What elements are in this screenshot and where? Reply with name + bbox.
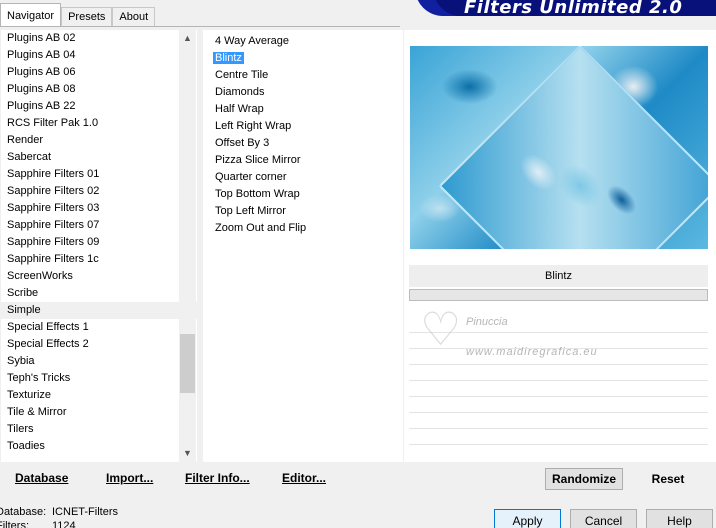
- watermark-url: www.maidiregrafica.eu: [466, 346, 598, 358]
- category-item[interactable]: Sapphire Filters 09: [1, 234, 197, 251]
- database-button[interactable]: Database: [15, 466, 68, 491]
- scroll-down-icon[interactable]: ▼: [179, 445, 196, 462]
- help-button[interactable]: Help: [646, 509, 713, 528]
- filter-item-label: Zoom Out and Flip: [215, 222, 307, 234]
- filter-item[interactable]: 4 Way Average: [203, 33, 403, 50]
- category-item[interactable]: Tilers: [1, 421, 197, 438]
- category-item[interactable]: Toadies: [1, 438, 197, 455]
- scroll-up-icon[interactable]: ▲: [179, 30, 196, 47]
- filter-item-label: Left Right Wrap: [215, 120, 292, 132]
- param-row: [409, 365, 708, 381]
- filter-item-label: Centre Tile: [215, 69, 269, 81]
- filter-item-label: Blintz: [213, 52, 244, 64]
- filter-item[interactable]: Offset By 3: [203, 135, 403, 152]
- import-button[interactable]: Import...: [106, 466, 153, 491]
- category-item[interactable]: Texturize: [1, 387, 197, 404]
- filter-item[interactable]: Blintz: [203, 50, 403, 67]
- filter-item[interactable]: Top Left Mirror: [203, 203, 403, 220]
- category-item[interactable]: Sapphire Filters 1c: [1, 251, 197, 268]
- filter-item[interactable]: Zoom Out and Flip: [203, 220, 403, 237]
- filter-info-button[interactable]: Filter Info...: [185, 466, 250, 491]
- filter-item-label: Quarter corner: [215, 171, 287, 183]
- filter-list[interactable]: 4 Way Average Blintz Centre Tile Diamonds Ha…: [203, 30, 403, 462]
- category-item[interactable]: Tile & Mirror: [1, 404, 197, 421]
- tab-strip: Navigator Presets About: [0, 0, 156, 27]
- filter-item-label: Diamonds: [215, 86, 265, 98]
- filter-item-label: Offset By 3: [215, 137, 270, 149]
- bottom-toolbar: Database Import... Filter Info... Editor…: [0, 466, 404, 491]
- tab-presets[interactable]: Presets: [61, 7, 113, 27]
- preview-toolbar: Randomize Reset: [409, 466, 716, 491]
- filter-name-header: Blintz: [409, 265, 708, 287]
- scroll-thumb[interactable]: [180, 334, 195, 393]
- database-label: Database:: [0, 506, 47, 518]
- database-value: ICNET-Filters: [52, 506, 118, 518]
- reset-button[interactable]: Reset: [641, 468, 695, 490]
- apply-button[interactable]: Apply: [494, 509, 561, 528]
- category-item[interactable]: Sapphire Filters 03: [1, 200, 197, 217]
- category-item[interactable]: Teph's Tricks: [1, 370, 197, 387]
- category-item[interactable]: Plugins AB 06: [1, 64, 197, 81]
- cancel-button[interactable]: Cancel: [570, 509, 637, 528]
- category-item[interactable]: Scribe: [1, 285, 197, 302]
- preview-diamond-shape: [438, 46, 708, 249]
- parameter-slider[interactable]: [409, 289, 708, 301]
- filter-item[interactable]: Top Bottom Wrap: [203, 186, 403, 203]
- category-item[interactable]: Sapphire Filters 01: [1, 166, 197, 183]
- category-item[interactable]: Plugins AB 02: [1, 30, 197, 47]
- category-item[interactable]: Plugins AB 08: [1, 81, 197, 98]
- category-item[interactable]: Plugins AB 22: [1, 98, 197, 115]
- filters-label: Filters:: [0, 520, 29, 528]
- editor-button[interactable]: Editor...: [282, 466, 326, 491]
- category-list[interactable]: Plugins AB 02 Plugins AB 04 Plugins AB 06 P…: [1, 30, 197, 462]
- category-item[interactable]: Simple: [1, 302, 197, 319]
- category-item[interactable]: Sapphire Filters 02: [1, 183, 197, 200]
- tab-about[interactable]: About: [112, 7, 156, 27]
- tab-navigator[interactable]: Navigator: [0, 3, 62, 27]
- banner-title: Filters Unlimited 2.0: [464, 0, 683, 18]
- category-item[interactable]: Sybia: [1, 353, 197, 370]
- heart-icon: ♡: [420, 303, 462, 355]
- param-row: [409, 413, 708, 429]
- filter-item[interactable]: Centre Tile: [203, 67, 403, 84]
- tab-divider: [0, 26, 400, 27]
- filter-item-label: Half Wrap: [215, 103, 264, 115]
- category-item[interactable]: Sapphire Filters 07: [1, 217, 197, 234]
- filter-item[interactable]: Diamonds: [203, 84, 403, 101]
- randomize-button[interactable]: Randomize: [545, 468, 623, 490]
- filters-value: 1124: [52, 520, 76, 528]
- filter-item[interactable]: Pizza Slice Mirror: [203, 152, 403, 169]
- filter-item-label: 4 Way Average: [215, 35, 289, 47]
- category-item[interactable]: Sabercat: [1, 149, 197, 166]
- category-scrollbar[interactable]: ▲ ▼: [179, 30, 196, 462]
- category-item[interactable]: Plugins AB 04: [1, 47, 197, 64]
- filter-item[interactable]: Half Wrap: [203, 101, 403, 118]
- parameter-panel: Blintz: [409, 265, 708, 460]
- category-item[interactable]: Special Effects 2: [1, 336, 197, 353]
- filter-item-label: Pizza Slice Mirror: [215, 154, 301, 166]
- category-item[interactable]: ScreenWorks: [1, 268, 197, 285]
- param-row: [409, 429, 708, 445]
- watermark-name: Pinuccia: [466, 316, 508, 328]
- filter-item[interactable]: Left Right Wrap: [203, 118, 403, 135]
- filter-item[interactable]: Quarter corner: [203, 169, 403, 186]
- category-item[interactable]: Render: [1, 132, 197, 149]
- filter-item-label: Top Left Mirror: [215, 205, 286, 217]
- category-item[interactable]: Special Effects 1: [1, 319, 197, 336]
- filter-item-label: Top Bottom Wrap: [215, 188, 300, 200]
- category-item[interactable]: RCS Filter Pak 1.0: [1, 115, 197, 132]
- preview-image: [410, 46, 708, 249]
- param-row: [409, 397, 708, 413]
- param-row: [409, 381, 708, 397]
